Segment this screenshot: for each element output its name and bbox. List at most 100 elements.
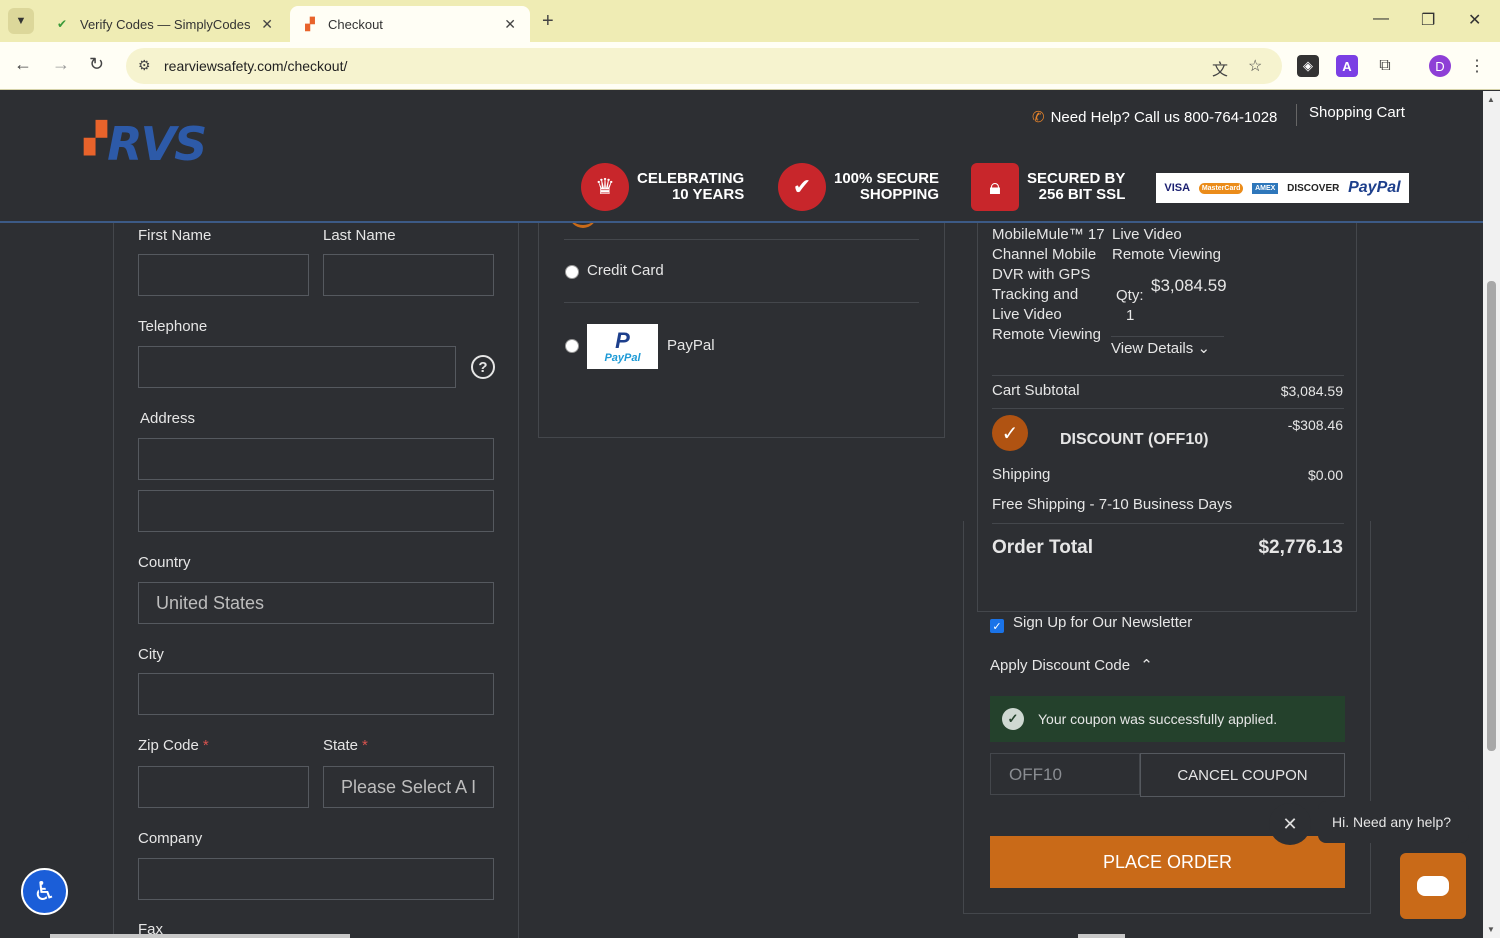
- close-tab-icon[interactable]: ✕: [261, 16, 273, 33]
- cake-icon: ♛: [581, 163, 629, 211]
- chevron-down-icon: ⌄: [1197, 340, 1211, 357]
- zip-code-input[interactable]: [138, 766, 309, 808]
- telephone-input[interactable]: [138, 346, 456, 388]
- state-select[interactable]: Please Select A I: [323, 766, 494, 808]
- company-input[interactable]: [138, 858, 494, 900]
- help-icon[interactable]: ?: [471, 355, 495, 379]
- product-price: $3,084.59: [1151, 276, 1227, 295]
- address-line2-input[interactable]: [138, 490, 494, 532]
- horizontal-scroll-indicator: [50, 934, 350, 938]
- shield-check-icon: ✔: [778, 163, 826, 211]
- success-check-icon: ✓: [1002, 708, 1024, 730]
- apply-discount-toggle[interactable]: Apply Discount Code ⌃: [990, 656, 1153, 674]
- lock-card-icon: 🔒︎: [971, 163, 1019, 211]
- discount-label: DISCOUNT (OFF10): [1060, 431, 1209, 448]
- mastercard-logo: MasterCard: [1198, 182, 1244, 194]
- simplycodes-icon: ✔: [56, 17, 68, 31]
- address-line1-input[interactable]: [138, 438, 494, 480]
- coupon-success-message: ✓ Your coupon was successfully applied.: [990, 696, 1345, 742]
- chevron-down-icon: ▼: [15, 15, 27, 27]
- help-phone[interactable]: ✆ Need Help? Call us 800-764-1028: [1032, 108, 1277, 126]
- subtotal-value: $3,084.59: [1280, 383, 1343, 399]
- address-bar[interactable]: ⚙ rearviewsafety.com/checkout/ 文 ☆: [126, 48, 1282, 84]
- extension-icon[interactable]: ◈: [1297, 55, 1319, 77]
- page-content: ▞RVS ✆ Need Help? Call us 800-764-1028 Sh…: [0, 91, 1483, 938]
- tab-title: Checkout: [328, 16, 383, 32]
- minimize-icon[interactable]: —: [1373, 10, 1389, 28]
- url-text[interactable]: rearviewsafety.com/checkout/: [164, 58, 347, 74]
- restore-icon[interactable]: ❐: [1421, 10, 1435, 30]
- payment-cards-strip: VISA MasterCard AMEX DISCOVER PayPal: [1156, 173, 1409, 203]
- shipping-value: $0.00: [1307, 467, 1343, 483]
- visa-logo: VISA: [1164, 182, 1191, 194]
- chat-close-icon[interactable]: ✕: [1269, 803, 1311, 845]
- credit-card-label[interactable]: Credit Card: [587, 262, 664, 279]
- forward-icon[interactable]: →: [52, 54, 70, 75]
- badge-ssl: 🔒︎ SECURED BY 256 BIT SSL: [971, 163, 1125, 211]
- tab-search-button[interactable]: ▼: [8, 8, 34, 34]
- translate-icon[interactable]: 文: [1212, 56, 1228, 80]
- accessibility-icon[interactable]: ♿︎: [21, 868, 68, 915]
- browser-menu-icon[interactable]: ⋮: [1466, 55, 1488, 77]
- last-name-input[interactable]: [323, 254, 494, 296]
- rvs-icon: ▞: [305, 17, 315, 31]
- paypal-option-logo[interactable]: P PayPal: [587, 324, 658, 369]
- address-label: Address: [140, 410, 196, 427]
- bookmark-star-icon[interactable]: ☆: [1248, 56, 1262, 76]
- shipping-address-form: First Name Last Name Telephone ? Address…: [113, 223, 519, 938]
- close-tab-icon[interactable]: ✕: [504, 16, 516, 33]
- tab-checkout[interactable]: ▞ Checkout ✕: [290, 6, 530, 42]
- page-scrollbar[interactable]: ▲ ▼: [1483, 91, 1500, 938]
- newsletter-checkbox[interactable]: ✓: [990, 619, 1004, 633]
- badge-celebrating: ♛ CELEBRATING 10 YEARS: [581, 163, 744, 211]
- first-name-label: First Name: [138, 227, 212, 244]
- site-info-icon[interactable]: ⚙: [138, 57, 151, 74]
- scroll-up-icon[interactable]: ▲: [1487, 95, 1495, 104]
- newsletter-label[interactable]: Sign Up for Our Newsletter: [1013, 614, 1192, 631]
- discount-value: -$308.46: [1287, 417, 1343, 433]
- reload-icon[interactable]: ↻: [89, 54, 104, 75]
- extensions-puzzle-icon[interactable]: ⧉: [1374, 55, 1396, 77]
- back-icon[interactable]: ←: [14, 54, 32, 75]
- credit-card-radio[interactable]: [565, 265, 579, 279]
- city-label: City: [138, 646, 164, 663]
- close-window-icon[interactable]: ✕: [1468, 10, 1481, 30]
- coupon-code-input[interactable]: OFF10: [990, 753, 1140, 795]
- company-label: Company: [138, 830, 203, 847]
- chat-greeting[interactable]: Hi. Need any help?: [1318, 801, 1469, 843]
- last-name-label: Last Name: [323, 227, 396, 244]
- telephone-label: Telephone: [138, 318, 208, 335]
- zip-code-label: Zip Code *: [138, 737, 209, 754]
- tab-simplycodes[interactable]: ✔ Verify Codes — SimplyCodes ✕: [42, 6, 287, 42]
- product-name: MobileMule™ 17 Channel Mobile DVR with G…: [992, 226, 1105, 343]
- country-select[interactable]: United States: [138, 582, 494, 624]
- paypal-radio[interactable]: [565, 339, 579, 353]
- paypal-logo: PayPal: [1348, 179, 1401, 196]
- shopping-cart-link[interactable]: Shopping Cart: [1296, 104, 1405, 126]
- new-tab-button[interactable]: +: [542, 10, 554, 33]
- state-label: State *: [323, 737, 368, 754]
- browser-toolbar: ← → ↻ ⚙ rearviewsafety.com/checkout/ 文 ☆…: [0, 42, 1500, 90]
- extension-a-icon[interactable]: A: [1336, 55, 1358, 77]
- shipping-label: Shipping: [992, 466, 1051, 483]
- subtotal-label: Cart Subtotal: [992, 382, 1080, 399]
- qty-label: Qty:: [1116, 287, 1144, 304]
- scroll-down-icon[interactable]: ▼: [1487, 925, 1495, 934]
- paypal-label[interactable]: PayPal: [667, 337, 715, 354]
- phone-icon: ✆: [1032, 109, 1045, 126]
- city-input[interactable]: [138, 673, 494, 715]
- horizontal-scroll-indicator: [1078, 934, 1125, 938]
- payment-method-box: Credit Card P PayPal PayPal: [538, 223, 945, 438]
- chat-icon: [1417, 876, 1449, 896]
- first-name-input[interactable]: [138, 254, 309, 296]
- view-details-toggle[interactable]: View Details ⌄: [1111, 336, 1224, 357]
- profile-avatar[interactable]: D: [1429, 55, 1451, 77]
- tab-strip: ▼ ✔ Verify Codes — SimplyCodes ✕ ▞ Check…: [0, 0, 1500, 42]
- cancel-coupon-button[interactable]: CANCEL COUPON: [1140, 753, 1345, 797]
- scrollbar-thumb[interactable]: [1487, 281, 1496, 751]
- chat-launcher-button[interactable]: [1400, 853, 1466, 919]
- rvs-logo[interactable]: ▞RVS: [84, 117, 207, 171]
- qty-value: 1: [1126, 307, 1135, 324]
- site-header: ▞RVS ✆ Need Help? Call us 800-764-1028 Sh…: [0, 91, 1483, 223]
- amex-logo: AMEX: [1252, 182, 1279, 194]
